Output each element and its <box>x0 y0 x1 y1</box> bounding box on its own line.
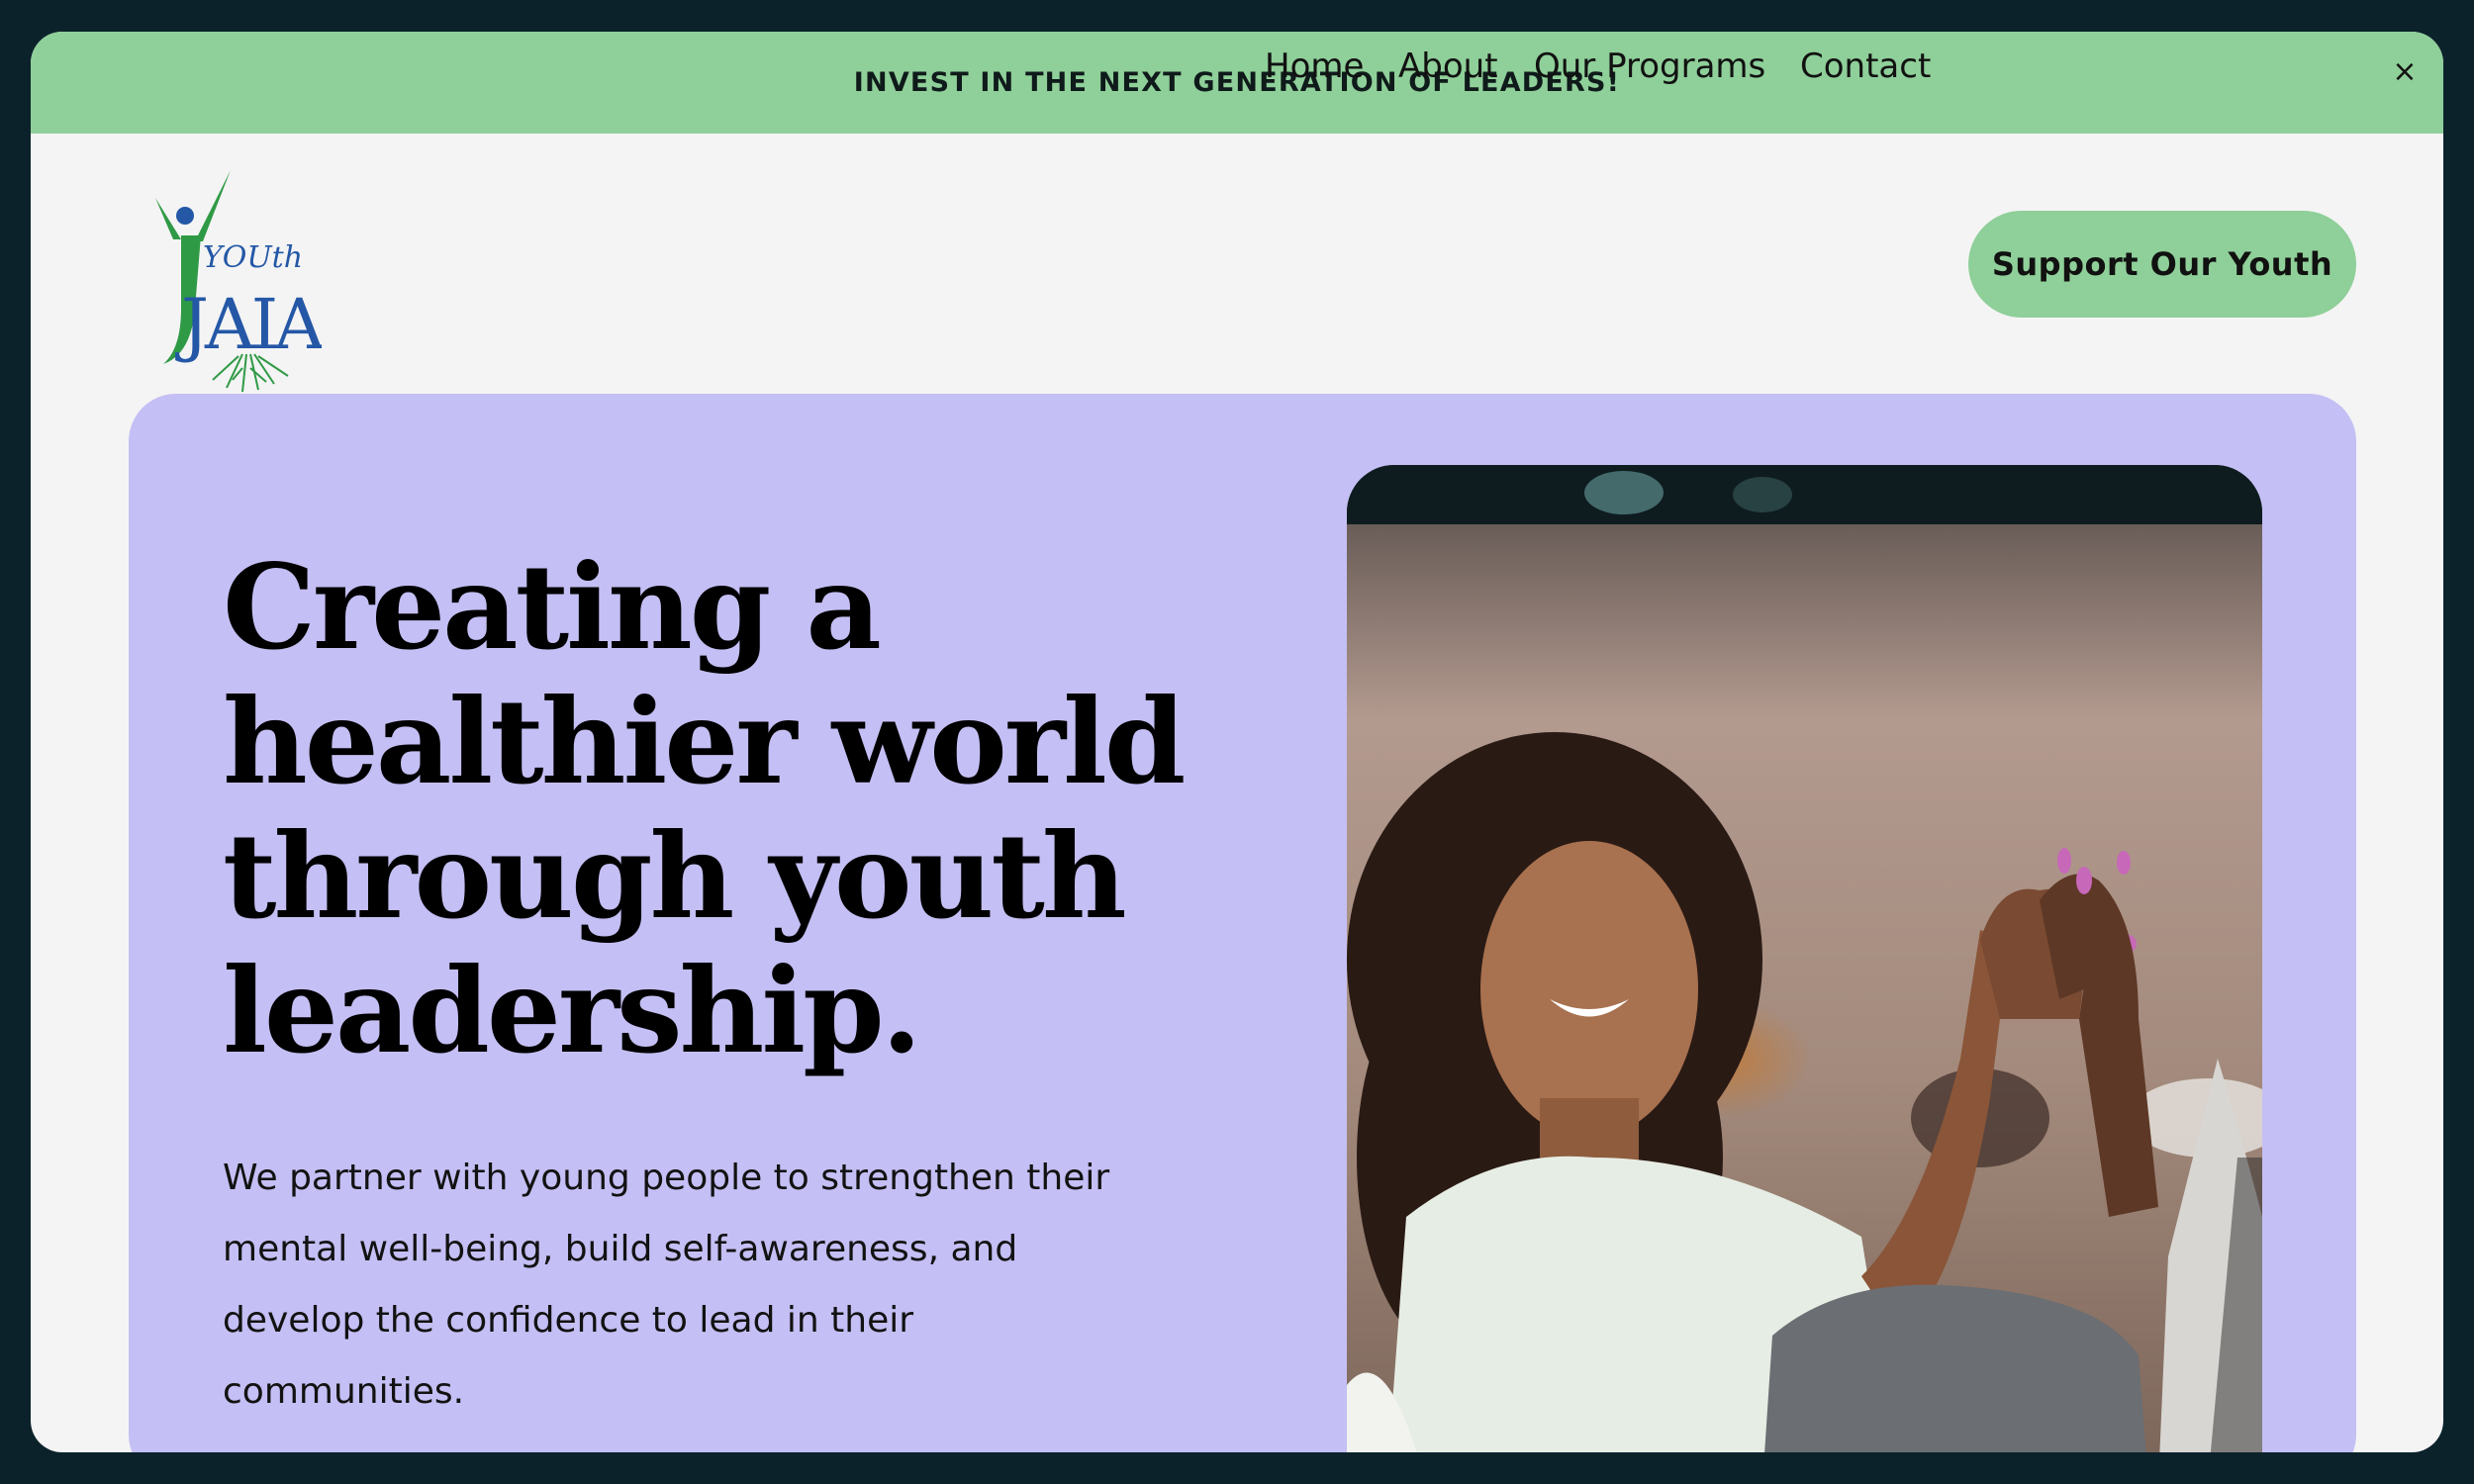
nav-about[interactable]: About <box>1398 32 1498 101</box>
browser-window: INVEST IN THE NEXT GENERATION OF LEADERS… <box>31 32 2443 1452</box>
logo-text-main: JAIA <box>175 284 322 365</box>
person-figure-icon: YOUth JAIA <box>155 170 330 393</box>
headline-line: healthier world <box>223 673 1186 810</box>
hero-section: Creating a healthier world through youth… <box>129 394 2356 1452</box>
high-five-photo <box>1347 465 2262 1452</box>
hero-headline: Creating a healthier world through youth… <box>223 540 1311 1078</box>
hero-subtext: We partner with young people to strength… <box>223 1158 1110 1412</box>
nav-our-programs[interactable]: Our Programs <box>1534 32 1765 101</box>
support-our-youth-button[interactable]: Support Our Youth <box>1968 211 2356 318</box>
headline-line: Creating a <box>223 538 882 676</box>
headline-line: leadership. <box>223 942 922 1079</box>
nav-contact[interactable]: Contact <box>1800 32 1931 101</box>
announcement-banner: INVEST IN THE NEXT GENERATION OF LEADERS… <box>31 32 2443 134</box>
banner-text: INVEST IN THE NEXT GENERATION OF LEADERS… <box>853 67 1621 98</box>
site-logo[interactable]: YOUth JAIA <box>143 160 330 398</box>
headline-line: through youth <box>223 807 1127 945</box>
close-icon[interactable]: × <box>2388 55 2422 89</box>
nav-home[interactable]: Home <box>1265 32 1364 101</box>
logo-text-top: YOUth <box>203 240 303 275</box>
hero-photo <box>1347 465 2262 1452</box>
